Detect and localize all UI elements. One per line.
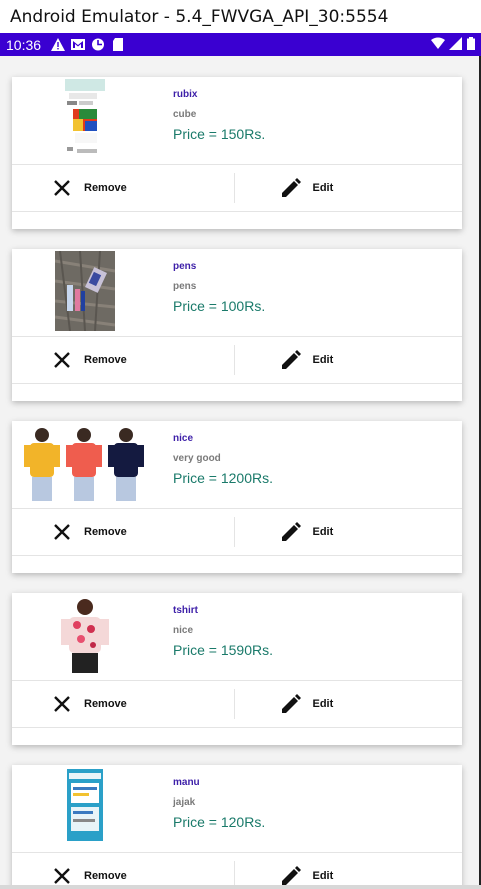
sync-icon bbox=[92, 38, 105, 51]
wifi-icon bbox=[431, 37, 445, 49]
close-icon bbox=[54, 868, 70, 884]
edit-label: Edit bbox=[312, 182, 334, 194]
product-price: Price = 100Rs. bbox=[173, 298, 266, 314]
product-name: manu bbox=[173, 777, 200, 788]
edit-label: Edit bbox=[312, 870, 334, 882]
close-icon bbox=[54, 524, 70, 540]
remove-button[interactable]: Remove bbox=[12, 681, 234, 727]
sd-card-icon bbox=[113, 38, 124, 51]
product-card: pens pens Price = 100Rs. Remove Edit bbox=[12, 249, 462, 401]
product-description: cube bbox=[173, 109, 197, 120]
edit-button[interactable]: Edit bbox=[235, 681, 463, 727]
remove-label: Remove bbox=[84, 698, 127, 710]
signal-icon bbox=[449, 37, 462, 50]
window-title: Android Emulator - 5.4_FWVGA_API_30:5554 bbox=[10, 6, 389, 27]
edit-button[interactable]: Edit bbox=[235, 337, 463, 383]
product-card: nice very good Price = 1200Rs. Remove Ed… bbox=[12, 421, 462, 573]
edit-label: Edit bbox=[312, 526, 334, 538]
edit-label: Edit bbox=[312, 698, 334, 710]
edit-label: Edit bbox=[312, 354, 334, 366]
product-list[interactable]: rubix cube Price = 150Rs. Remove Edit pe… bbox=[0, 56, 481, 885]
window-title-bar: Android Emulator - 5.4_FWVGA_API_30:5554 bbox=[0, 0, 481, 33]
remove-button[interactable]: Remove bbox=[12, 509, 234, 555]
pencil-icon bbox=[281, 866, 301, 885]
edit-button[interactable]: Edit bbox=[235, 165, 463, 211]
pencil-icon bbox=[281, 350, 301, 369]
pencil-icon bbox=[281, 522, 301, 541]
remove-button[interactable]: Remove bbox=[12, 337, 234, 383]
remove-button[interactable]: Remove bbox=[12, 853, 234, 885]
product-price: Price = 150Rs. bbox=[173, 126, 266, 142]
product-price: Price = 120Rs. bbox=[173, 814, 266, 830]
product-image-pens bbox=[55, 251, 115, 331]
product-description: very good bbox=[173, 453, 221, 464]
window-bottom-border bbox=[0, 885, 481, 889]
product-card: manu jajak Price = 120Rs. Remove Edit bbox=[12, 765, 462, 885]
product-description: nice bbox=[173, 625, 194, 636]
product-name: tshirt bbox=[173, 605, 198, 616]
product-card: tshirt nice Price = 1590Rs. Remove Edit bbox=[12, 593, 462, 745]
remove-button[interactable]: Remove bbox=[12, 165, 234, 211]
product-price: Price = 1200Rs. bbox=[173, 470, 273, 486]
pencil-icon bbox=[281, 694, 301, 713]
remove-label: Remove bbox=[84, 526, 127, 538]
product-description: jajak bbox=[173, 797, 196, 808]
battery-icon bbox=[467, 37, 475, 50]
close-icon bbox=[54, 352, 70, 368]
close-icon bbox=[54, 180, 70, 196]
remove-label: Remove bbox=[84, 870, 127, 882]
status-bar: 10:36 bbox=[0, 33, 481, 56]
product-name: rubix bbox=[173, 89, 198, 100]
product-image-tops bbox=[20, 423, 150, 503]
product-description: pens bbox=[173, 281, 197, 292]
product-card: rubix cube Price = 150Rs. Remove Edit bbox=[12, 77, 462, 229]
gmail-icon bbox=[71, 39, 86, 50]
remove-label: Remove bbox=[84, 354, 127, 366]
product-image-manu bbox=[55, 767, 115, 847]
edit-button[interactable]: Edit bbox=[235, 853, 463, 885]
close-icon bbox=[54, 696, 70, 712]
product-image-rubix-cube bbox=[55, 79, 115, 159]
product-name: pens bbox=[173, 261, 197, 272]
edit-button[interactable]: Edit bbox=[235, 509, 463, 555]
product-name: nice bbox=[173, 433, 194, 444]
pencil-icon bbox=[281, 178, 301, 197]
status-time: 10:36 bbox=[6, 36, 42, 53]
remove-label: Remove bbox=[84, 182, 127, 194]
product-image-tshirt bbox=[55, 595, 115, 675]
product-price: Price = 1590Rs. bbox=[173, 642, 273, 658]
warning-icon bbox=[51, 38, 66, 51]
